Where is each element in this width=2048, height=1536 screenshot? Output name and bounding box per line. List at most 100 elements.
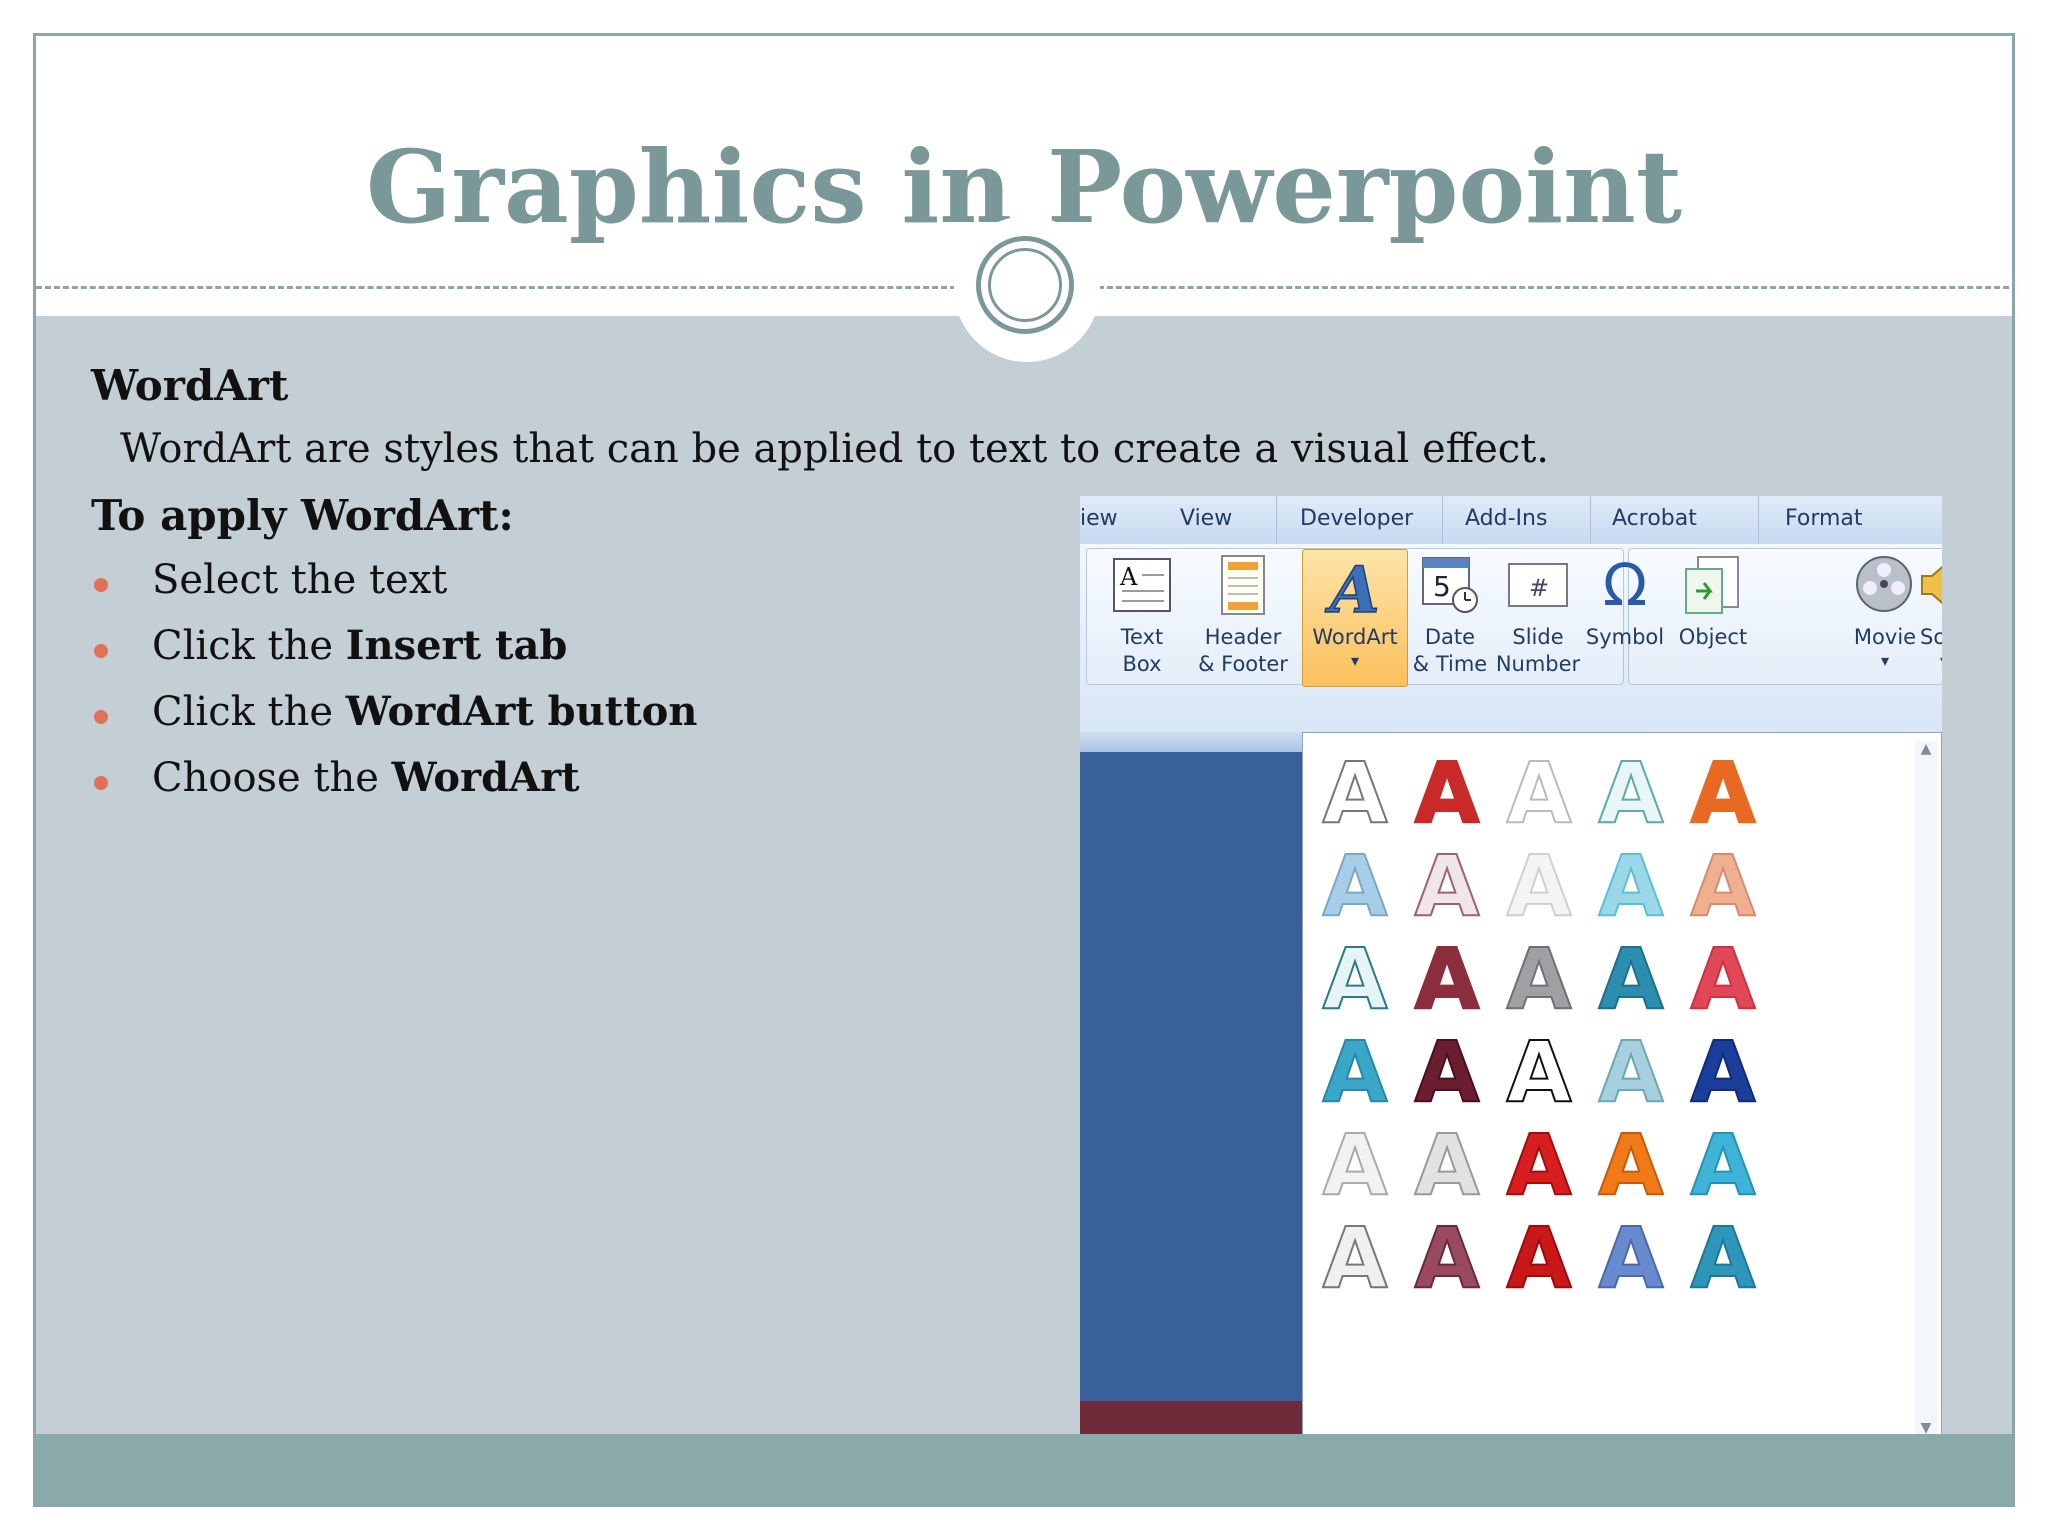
wordart-label: WordArt	[1312, 625, 1398, 649]
tab-format[interactable]: Format	[1785, 506, 1863, 531]
symbol-button[interactable]: Ω Symbol	[1580, 554, 1670, 651]
film-reel-icon	[1854, 554, 1916, 616]
tab-separator	[1276, 496, 1277, 544]
wordart-style-option[interactable]: A	[1591, 748, 1671, 838]
tab-developer[interactable]: Developer	[1300, 506, 1413, 531]
header-footer-button[interactable]: Header & Footer	[1190, 554, 1296, 678]
text-box-button[interactable]: A Text Box	[1100, 554, 1184, 678]
wordart-style-option[interactable]: A	[1315, 1120, 1395, 1210]
bullet-icon	[94, 776, 108, 790]
text-box-label-1: Text	[1120, 625, 1164, 649]
wordart-button[interactable]: A WordArt ▾	[1302, 549, 1408, 687]
sound-button[interactable]: Sou ▾	[1920, 554, 1942, 671]
object-label: Object	[1678, 625, 1748, 649]
wordart-style-option[interactable]: A	[1683, 1213, 1763, 1303]
tab-separator	[1758, 496, 1759, 544]
wordart-style-option[interactable]: A	[1499, 1027, 1579, 1117]
wordart-style-option[interactable]: A	[1499, 1213, 1579, 1303]
wordart-style-option[interactable]: A	[1683, 748, 1763, 838]
slide-number-icon: #	[1507, 554, 1569, 616]
header-footer-label-2: & Footer	[1198, 652, 1288, 676]
footer-bar	[36, 1434, 2012, 1504]
wordart-style-option[interactable]: A	[1591, 1027, 1671, 1117]
ribbon-panel: A Text Box Header & Footer A WordArt ▾ 5…	[1080, 544, 1942, 732]
wordart-style-option[interactable]: A	[1407, 1027, 1487, 1117]
wordart-style-option[interactable]: A	[1315, 1027, 1395, 1117]
calendar-clock-icon: 5	[1419, 554, 1481, 616]
tab-acrobat[interactable]: Acrobat	[1612, 506, 1697, 531]
svg-text:5: 5	[1433, 570, 1451, 603]
slide-number-button[interactable]: # Slide Number	[1492, 554, 1584, 678]
tab-separator	[1590, 496, 1591, 544]
step-item: Click the WordArt button	[91, 688, 697, 754]
divider-circle-inner	[988, 248, 1062, 322]
slide-number-label-1: Slide	[1512, 625, 1564, 649]
step-text: Select the text	[152, 557, 448, 603]
wordart-style-option[interactable]: A	[1683, 841, 1763, 931]
date-time-button[interactable]: 5 Date & Time	[1410, 554, 1490, 678]
sound-label: Sou	[1920, 625, 1942, 649]
wordart-style-option[interactable]: A	[1407, 748, 1487, 838]
bullet-icon	[94, 644, 108, 658]
wordart-style-option[interactable]: A	[1407, 1120, 1487, 1210]
wordart-style-option[interactable]: A	[1591, 1213, 1671, 1303]
object-icon	[1682, 554, 1744, 616]
step-item: Click the Insert tab	[91, 622, 697, 688]
wordart-icon: A	[1324, 552, 1386, 629]
tab-view[interactable]: View	[1180, 506, 1232, 531]
wordart-style-option[interactable]: A	[1407, 1213, 1487, 1303]
wordart-style-option[interactable]: A	[1499, 934, 1579, 1024]
bullet-icon	[94, 578, 108, 592]
step-item: Choose the WordArt	[91, 754, 697, 820]
step-bold-text: Insert tab	[345, 622, 568, 669]
tab-separator	[1442, 496, 1443, 544]
wordart-style-option[interactable]: A	[1683, 934, 1763, 1024]
slide-frame: Graphics in Powerpoint WordArt WordArt a…	[33, 33, 2015, 1507]
scroll-up-icon[interactable]: ▲	[1915, 741, 1937, 757]
wordart-style-option[interactable]: A	[1499, 1120, 1579, 1210]
wordart-style-option[interactable]: A	[1315, 841, 1395, 931]
svg-text:A: A	[1325, 556, 1380, 618]
divider-left	[36, 286, 956, 289]
date-time-label-1: Date	[1424, 625, 1476, 649]
apply-heading: To apply WordArt:	[91, 491, 514, 540]
wordart-style-option[interactable]: A	[1591, 841, 1671, 931]
step-bold-text: WordArt button	[345, 688, 698, 735]
wordart-style-option[interactable]: A	[1407, 841, 1487, 931]
ribbon-screenshot: iew View Developer Add-Ins Acrobat Forma…	[1080, 496, 1942, 1441]
symbol-label: Symbol	[1585, 625, 1665, 649]
omega-icon: Ω	[1602, 550, 1648, 619]
slide-number-label-2: Number	[1495, 652, 1581, 676]
text-box-icon: A	[1111, 554, 1173, 616]
wordart-dropdown-arrow: ▾	[1350, 651, 1360, 670]
header-footer-icon	[1212, 554, 1274, 616]
section-description: WordArt are styles that can be applied t…	[120, 426, 1549, 472]
date-time-label-2: & Time	[1412, 652, 1488, 676]
wordart-style-option[interactable]: A	[1499, 748, 1579, 838]
wordart-style-option[interactable]: A	[1499, 841, 1579, 931]
sound-dropdown-arrow: ▾	[1920, 651, 1942, 671]
speaker-icon	[1920, 554, 1942, 616]
ribbon-tabs: iew View Developer Add-Ins Acrobat Forma…	[1080, 496, 1942, 545]
gallery-scrollbar[interactable]: ▲ ▼	[1915, 741, 1937, 1436]
svg-text:#: #	[1529, 574, 1549, 602]
step-text: Click the	[152, 689, 346, 735]
wordart-style-option[interactable]: A	[1591, 934, 1671, 1024]
wordart-style-option[interactable]: A	[1315, 1213, 1395, 1303]
steps-list: Select the text Click the Insert tab Cli…	[91, 556, 697, 820]
movie-button[interactable]: Movie ▾	[1842, 554, 1928, 671]
wordart-style-option[interactable]: A	[1315, 934, 1395, 1024]
wordart-style-option[interactable]: A	[1315, 748, 1395, 838]
wordart-style-option[interactable]: A	[1683, 1120, 1763, 1210]
object-button[interactable]: Object	[1670, 554, 1756, 651]
wordart-style-option[interactable]: A	[1683, 1027, 1763, 1117]
step-item: Select the text	[91, 556, 697, 622]
wordart-style-option[interactable]: A	[1407, 934, 1487, 1024]
tab-add-ins[interactable]: Add-Ins	[1465, 506, 1547, 531]
section-heading: WordArt	[91, 361, 289, 410]
wordart-style-option[interactable]: A	[1591, 1120, 1671, 1210]
wordart-gallery: ▲ ▼ AAAAAAAAAAAAAAAAAAAAAAAAAAAAAA	[1302, 732, 1942, 1441]
movie-label: Movie	[1853, 625, 1917, 649]
text-box-label-2: Box	[1122, 652, 1162, 676]
tab-review[interactable]: iew	[1080, 506, 1118, 531]
